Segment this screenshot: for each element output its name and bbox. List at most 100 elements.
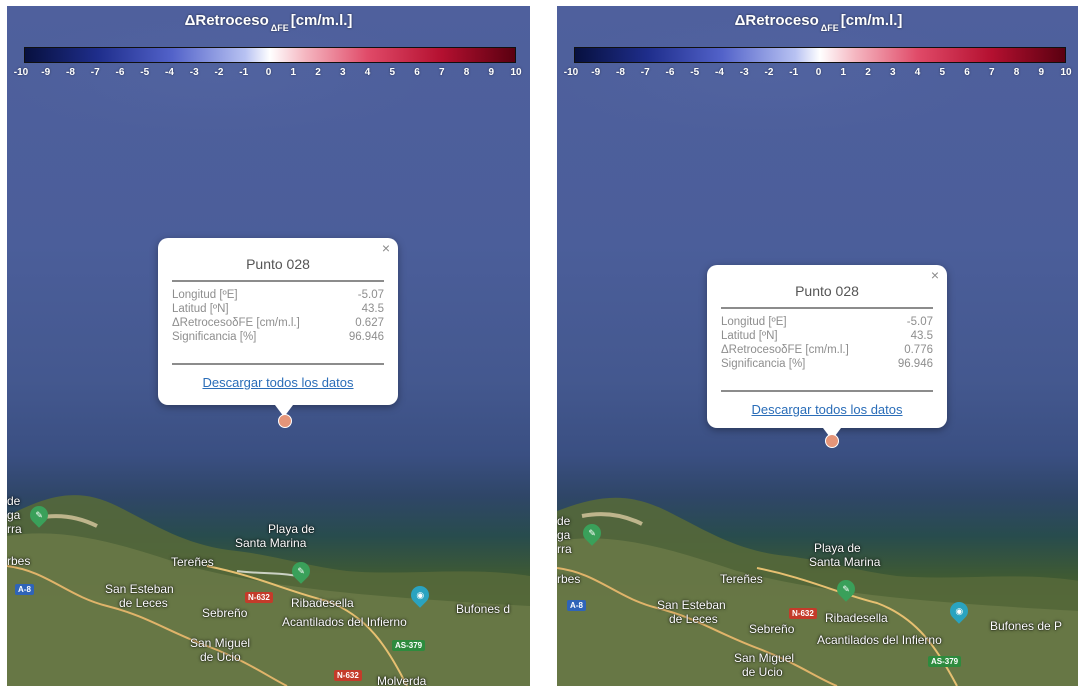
colorbar-tick-label: -7 [640,67,650,78]
colorbar-tick-label: 1 [840,67,847,78]
colorbar-tick-label: 6 [964,67,970,78]
colorbar-tick-label: -5 [690,67,700,78]
map-label-san-miguel: San Miguel [734,651,795,665]
map-label-de: de [557,514,571,528]
popup-title: Punto 028 [246,256,310,272]
colorbar-tick-label: -1 [789,67,799,78]
colorbar-tick-label: 7 [438,67,445,78]
map-panel-right[interactable]: ΔRetroceso ΔFE [cm/m.l.] -10 -9 -8 -7 -6 -5 -4 -3… [557,6,1078,686]
colorbar-tick-label: 0 [265,67,272,78]
road-sign-n632-b: N-632 [334,670,362,681]
colorbar-tick-label: 4 [914,67,921,78]
divider [172,363,384,365]
row-value: 43.5 [910,330,933,342]
map-label-bufones: Bufones de P [990,619,1063,633]
map-label-santa-marina: Santa Marina [809,555,881,569]
colorbar-ticks: -10 -9 -8 -7 -6 -5 -4 -3 -2 -1 0 1 2 3 4 5 6 7 8 9 10 [7,67,530,83]
map-label-ga: ga [557,528,571,542]
map-label-de: de [7,494,21,508]
colorbar-tick-label: 9 [488,67,495,78]
map-label-sebreno: Sebreño [749,622,795,636]
colorbar-tick-label: -9 [41,67,51,78]
point-marker[interactable] [825,434,839,448]
row-label: ΔRetrocesoδFE [cm/m.l.] [172,317,300,329]
row-value: 0.776 [904,344,933,356]
coastline-terrain [7,495,530,686]
map-label-de-ucio: de Ucio [200,650,241,664]
colorbar-tick-label: 5 [389,67,396,78]
map-label-playa: Playa de [814,541,861,555]
road-sign-as379: AS-379 [928,656,962,667]
row-latitud: Latitud [ºN] 43.5 [172,302,384,316]
map-label-san-esteban: San Esteban [657,598,726,612]
map-label-ga: ga [7,508,21,522]
row-value: -5.07 [357,289,384,301]
colorbar-tick-label: 5 [939,67,946,78]
row-retroceso: ΔRetrocesoδFE [cm/m.l.] 0.627 [172,316,384,330]
row-latitud: Latitud [ºN] 43.5 [721,329,933,343]
row-label: Significancia [%] [721,358,806,370]
row-longitud: Longitud [ºE] -5.07 [721,315,933,329]
download-all-data-link[interactable]: Descargar todos los datos [707,402,947,417]
road-sign-n632: N-632 [789,608,817,619]
colorbar-tick-label: 8 [463,67,470,78]
road-sign-a8: A-8 [567,600,586,611]
colorbar-tick-label: -10 [13,67,29,78]
map-label-rra: rra [557,542,572,556]
colorbar-tick-label: 10 [1060,67,1072,78]
map-label-arbes: rbes [7,554,31,568]
map-label-molverda: Molverda [377,674,427,686]
colorbar-tick-label: -6 [665,67,675,78]
info-popup: × Punto 028 Longitud [ºE] -5.07 Latitud [… [158,238,398,405]
colorbar-tick-label: 6 [414,67,420,78]
colorbar-ticks: -10 -9 -8 -7 -6 -5 -4 -3 -2 -1 0 1 2 3 4 5 6 7 8 9 10 [557,67,1078,83]
colorbar-tick-label: -2 [764,67,774,78]
row-value: 43.5 [361,303,384,315]
row-value: 0.627 [355,317,384,329]
colorbar-tick-label: 2 [865,67,871,78]
colorbar-tick-label: 10 [510,67,522,78]
colorbar-tick-label: -7 [90,67,100,78]
colorbar-tick-label: -10 [563,67,579,78]
map-label-san-miguel: San Miguel [190,636,251,650]
map-label-de-leces: de Leces [669,612,718,626]
popup-title: Punto 028 [795,283,859,299]
download-all-data-link[interactable]: Descargar todos los datos [158,375,398,390]
map-label-sebreno: Sebreño [202,606,248,620]
map-panel-left[interactable]: ΔRetroceso ΔFE [cm/m.l.] -10 -9 -8 -7 -6 -5 -4 -3… [7,6,530,686]
colorbar-tick-label: -9 [591,67,601,78]
map-label-acantilados: Acantilados del Infierno [282,615,407,629]
colorbar-tick-label: 3 [889,67,896,78]
road-sign-a8: A-8 [15,584,34,595]
point-marker[interactable] [278,414,292,428]
colorbar-tick-label: 0 [815,67,822,78]
map-label-de-leces: de Leces [119,596,168,610]
row-label: Latitud [ºN] [721,330,778,342]
map-label-ribadesella: Ribadesella [291,596,354,610]
close-icon[interactable]: × [931,267,939,283]
colorbar-tick-label: -8 [66,67,75,78]
popup-rows: Longitud [ºE] -5.07 Latitud [ºN] 43.5 ΔRet… [172,288,384,344]
row-label: Significancia [%] [172,331,257,343]
row-label: ΔRetrocesoδFE [cm/m.l.] [721,344,849,356]
divider [721,307,933,309]
colorbar-tick-label: -2 [214,67,224,78]
colorbar-tick-label: -5 [140,67,150,78]
map-label-de-ucio: de Ucio [742,665,783,679]
colorbar-tick-label: 4 [364,67,371,78]
map-label-arbes: rbes [557,572,581,586]
colorbar-tick-label: -4 [165,67,174,78]
row-retroceso: ΔRetrocesoδFE [cm/m.l.] 0.776 [721,343,933,357]
colorbar-tick-label: 3 [339,67,346,78]
colorbar-title: ΔRetroceso ΔFE [cm/m.l.] [734,12,903,33]
colorbar-tick-label: -3 [739,67,749,78]
divider [721,390,933,392]
map-label-terenes: Tereñes [720,572,763,586]
colorbar-tick-label: 9 [1038,67,1045,78]
colorbar-tick-label: -3 [189,67,199,78]
colorbar-title: ΔRetroceso ΔFE [cm/m.l.] [184,12,353,33]
close-icon[interactable]: × [382,240,390,256]
map-label-bufones: Bufones d [456,602,511,616]
popup-rows: Longitud [ºE] -5.07 Latitud [ºN] 43.5 ΔRet… [721,315,933,371]
colorbar-tick-label: -6 [115,67,125,78]
